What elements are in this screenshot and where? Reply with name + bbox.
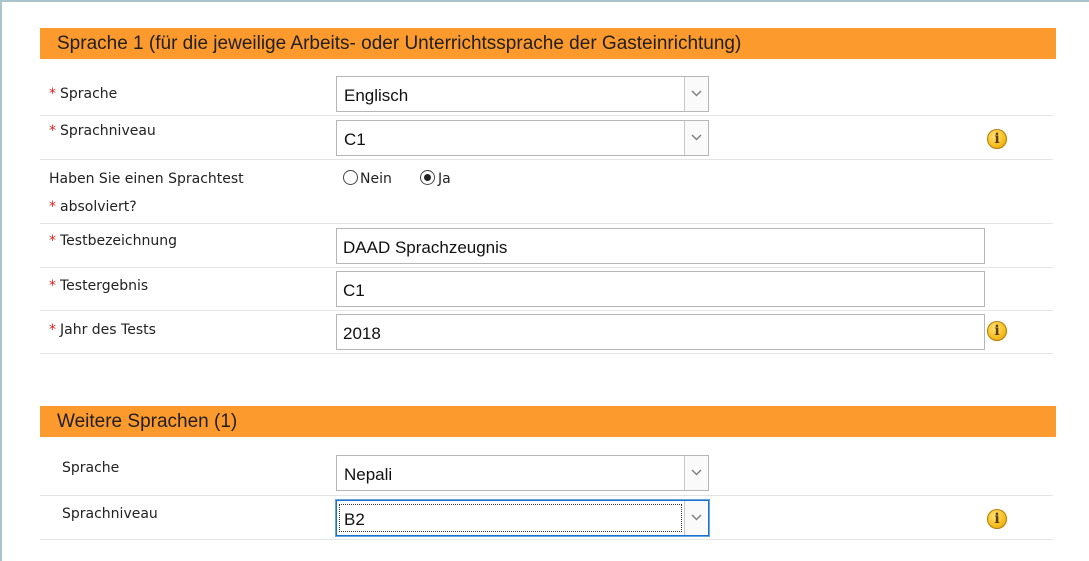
info-icon[interactable]: i — [987, 129, 1007, 149]
label-weitere-sprachniveau: Sprachniveau — [62, 506, 158, 522]
row-weitere-sprache: Sprache Nepali — [40, 450, 1053, 496]
label-sprachtest-line2-text: absolviert? — [60, 199, 137, 215]
info-icon[interactable]: i — [987, 509, 1007, 529]
section-header-weitere-sprachen: Weitere Sprachen (1) — [40, 406, 1056, 437]
select-sprachniveau-dropdown[interactable] — [684, 121, 708, 155]
label-jahr-text: Jahr des Tests — [60, 322, 156, 338]
row-jahr: * Jahr des Tests 2018 i — [40, 310, 1053, 354]
select-sprachniveau[interactable]: C1 — [336, 120, 709, 156]
label-sprachniveau: * Sprachniveau — [49, 123, 156, 139]
frame-top-border — [0, 0, 1089, 2]
label-sprachtest-line2: * absolviert? — [49, 199, 137, 215]
required-marker: * — [49, 278, 56, 294]
select-weitere-sprache-value: Nepali — [344, 465, 393, 484]
radio-group-sprachtest: Nein Ja — [343, 170, 483, 190]
chevron-down-icon — [691, 134, 702, 141]
input-jahr[interactable]: 2018 — [336, 314, 985, 350]
label-testbezeichnung: * Testbezeichnung — [49, 233, 177, 249]
label-sprachniveau-text: Sprachniveau — [60, 123, 156, 139]
input-jahr-value: 2018 — [343, 324, 381, 343]
select-weitere-sprachniveau-value: B2 — [344, 510, 365, 529]
select-weitere-sprache[interactable]: Nepali — [336, 455, 709, 491]
frame-left-border — [0, 0, 2, 561]
label-testergebnis: * Testergebnis — [49, 278, 148, 294]
label-weitere-sprache: Sprache — [62, 460, 120, 476]
select-sprache-dropdown[interactable] — [684, 77, 708, 111]
select-sprache-value: Englisch — [344, 86, 409, 105]
radio-nein-label[interactable]: Nein — [360, 171, 392, 187]
required-marker: * — [49, 86, 56, 102]
select-sprachniveau-value: C1 — [344, 130, 366, 149]
row-sprachtest: Haben Sie einen Sprachtest * absolviert? … — [40, 159, 1053, 224]
required-marker: * — [49, 233, 56, 249]
input-testbezeichnung-value: DAAD Sprachzeugnis — [343, 238, 508, 257]
label-sprache: * Sprache — [49, 86, 117, 102]
label-testbezeichnung-text: Testbezeichnung — [60, 233, 177, 249]
row-sprachniveau: * Sprachniveau C1 i — [40, 115, 1053, 160]
section-header-sprache-1: Sprache 1 (für die jeweilige Arbeits- od… — [40, 28, 1056, 59]
required-marker: * — [49, 199, 56, 215]
info-icon[interactable]: i — [987, 321, 1007, 341]
chevron-down-icon — [691, 90, 702, 97]
radio-nein[interactable] — [343, 170, 358, 185]
select-weitere-sprache-dropdown[interactable] — [684, 456, 708, 490]
row-testergebnis: * Testergebnis C1 — [40, 267, 1053, 311]
select-sprache[interactable]: Englisch — [336, 76, 709, 112]
focus-ring — [339, 504, 682, 532]
required-marker: * — [49, 123, 56, 139]
label-sprachtest-line1: Haben Sie einen Sprachtest — [49, 171, 244, 187]
label-sprache-text: Sprache — [60, 86, 118, 102]
chevron-down-icon — [691, 514, 702, 521]
row-weitere-sprachniveau: Sprachniveau B2 i — [40, 495, 1053, 540]
select-weitere-sprachniveau[interactable]: B2 — [336, 500, 709, 536]
chevron-down-icon — [691, 469, 702, 476]
row-sprache: * Sprache Englisch — [40, 70, 1053, 116]
row-testbezeichnung: * Testbezeichnung DAAD Sprachzeugnis — [40, 223, 1053, 268]
input-testergebnis-value: C1 — [343, 281, 365, 300]
label-jahr: * Jahr des Tests — [49, 322, 156, 338]
required-marker: * — [49, 322, 56, 338]
radio-ja-label[interactable]: Ja — [438, 171, 451, 187]
select-weitere-sprachniveau-dropdown[interactable] — [684, 501, 708, 535]
input-testergebnis[interactable]: C1 — [336, 271, 985, 307]
radio-ja[interactable] — [420, 170, 435, 185]
input-testbezeichnung[interactable]: DAAD Sprachzeugnis — [336, 228, 985, 264]
label-testergebnis-text: Testergebnis — [60, 278, 149, 294]
